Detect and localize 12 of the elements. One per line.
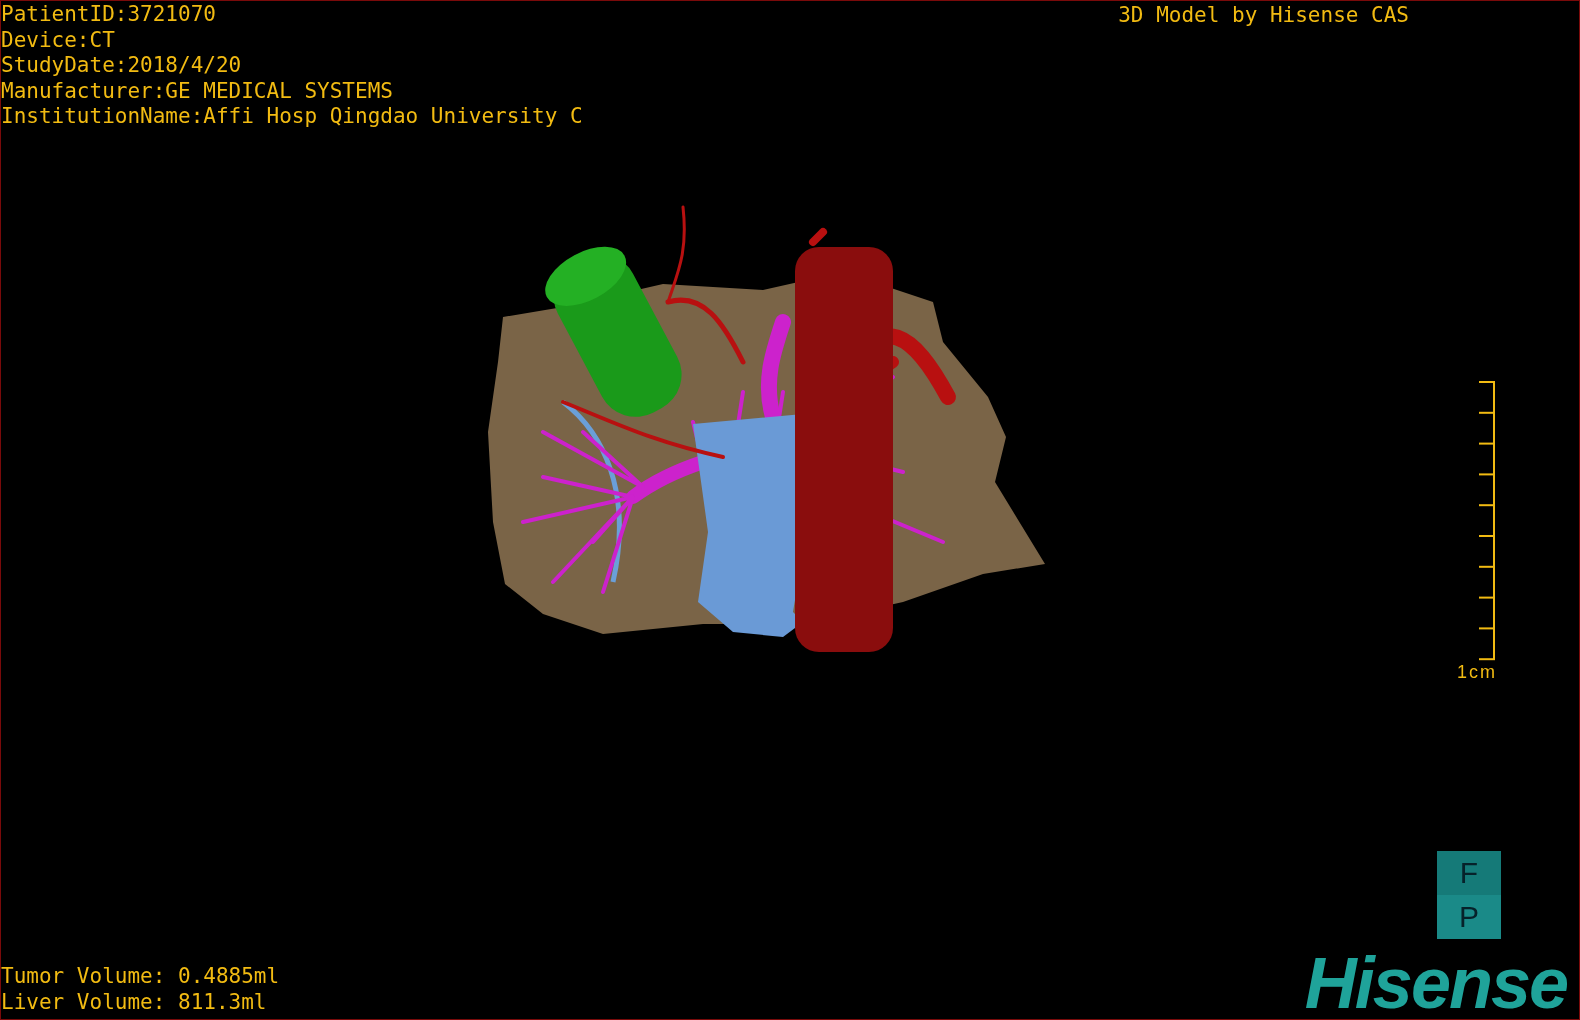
scale-label: 1cm [1457,661,1497,682]
model-title: 3D Model by Hisense CAS [1118,2,1409,28]
patient-info-text: StudyDate:2018/4/20 [1,53,243,79]
patient-info-text: InstitutionName:Affi Hosp Qingdao University C [1,104,583,130]
patient-info-text: PatientID:3721070 [1,2,217,28]
orientation-face[interactable]: F [1437,851,1501,895]
patient-info-text: Manufacturer:GE MEDICAL SYSTEMS [1,78,394,104]
patient-info-text: Device:CT [1,27,116,53]
orientation-face[interactable]: P [1437,895,1501,939]
volume-text: Liver Volume: 811.3ml [1,989,268,1015]
volume-text: Tumor Volume: 0.4885ml [1,964,280,990]
brand-logo: Hisense [1304,947,1568,1019]
